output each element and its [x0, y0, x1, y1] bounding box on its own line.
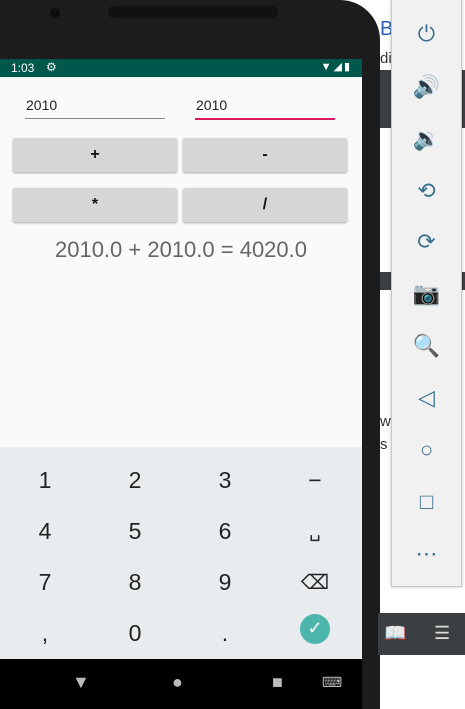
recents-icon[interactable]: ■ — [272, 672, 283, 693]
second-number-input[interactable] — [195, 92, 335, 120]
key-4[interactable]: 4 — [0, 506, 90, 557]
emulator-toolbar: ⏻ 🔊 🔉 ⟲ ⟳ 📷 🔍 ◁ ○ □ ⋯ — [391, 0, 462, 587]
key-0[interactable]: 0 — [90, 608, 180, 659]
key-6[interactable]: 6 — [180, 506, 270, 557]
phone-speaker — [108, 6, 278, 18]
key-minus[interactable]: − — [270, 455, 360, 506]
status-icons: ▼◢▮ — [321, 60, 352, 73]
zoom-icon[interactable]: 🔍 — [392, 326, 461, 366]
key-period[interactable]: . — [180, 608, 270, 659]
divide-button[interactable]: / — [183, 188, 347, 222]
battery-icon: ▮ — [343, 61, 352, 73]
checkmark-icon: ✓ — [300, 613, 330, 644]
done-key[interactable]: ✓ — [270, 603, 360, 654]
camera-icon[interactable]: 📷 — [392, 274, 461, 314]
key-3[interactable]: 3 — [180, 455, 270, 506]
key-1[interactable]: 1 — [0, 455, 90, 506]
add-button[interactable]: + — [13, 138, 177, 172]
keyboard-switch-icon[interactable]: ⌨ — [322, 674, 342, 691]
key-7[interactable]: 7 — [0, 557, 90, 608]
phone-screen: 1:03 ⚙ ▼◢▮ + - * / 2010.0 + 2010.0 = 402… — [0, 59, 362, 709]
list-view-icon[interactable]: ☰ — [434, 623, 450, 644]
reader-mode-icon[interactable]: 📖 — [384, 623, 406, 644]
back-triangle-icon[interactable]: ◁ — [392, 378, 461, 418]
first-number-input[interactable] — [25, 92, 165, 119]
back-icon[interactable]: ▼ — [72, 672, 90, 693]
numeric-keyboard: 1 2 3 − 4 5 6 ␣ 7 8 9 ⌫ , 0 . ✓ — [0, 447, 362, 659]
key-8[interactable]: 8 — [90, 557, 180, 608]
key-2[interactable]: 2 — [90, 455, 180, 506]
result-text: 2010.0 + 2010.0 = 4020.0 — [54, 237, 307, 262]
status-time: 1:03 — [11, 61, 35, 75]
subtract-button[interactable]: - — [183, 138, 347, 172]
ide-bottom-bar: 📖 ☰ — [378, 613, 465, 655]
home-icon[interactable]: ● — [172, 672, 183, 693]
rotate-right-icon[interactable]: ⟳ — [392, 222, 461, 262]
multiply-button[interactable]: * — [13, 188, 177, 222]
phone-camera — [50, 8, 60, 18]
backspace-key[interactable]: ⌫ — [270, 557, 360, 608]
navigation-bar: ▼ ● ■ ⌨ — [0, 659, 362, 709]
key-9[interactable]: 9 — [180, 557, 270, 608]
rotate-left-icon[interactable]: ⟲ — [392, 171, 461, 211]
more-options-icon[interactable]: ⋯ — [392, 534, 461, 574]
bg-window-text-2: di — [380, 50, 392, 67]
overview-square-icon[interactable]: □ — [392, 482, 461, 522]
home-circle-icon[interactable]: ○ — [392, 430, 461, 470]
key-5[interactable]: 5 — [90, 506, 180, 557]
volume-down-icon[interactable]: 🔉 — [392, 119, 461, 159]
power-icon[interactable]: ⏻ — [392, 14, 461, 54]
signal-icon: ◢ — [333, 61, 344, 73]
phone-frame: 1:03 ⚙ ▼◢▮ + - * / 2010.0 + 2010.0 = 402… — [0, 0, 380, 709]
settings-gear-icon: ⚙ — [46, 60, 57, 74]
status-bar: 1:03 ⚙ ▼◢▮ — [0, 59, 362, 77]
wifi-icon: ▼ — [320, 61, 334, 73]
volume-up-icon[interactable]: 🔊 — [392, 67, 461, 107]
key-space[interactable]: ␣ — [270, 506, 360, 557]
key-comma[interactable]: , — [0, 608, 90, 659]
bg-window-text-3: w — [380, 413, 391, 430]
